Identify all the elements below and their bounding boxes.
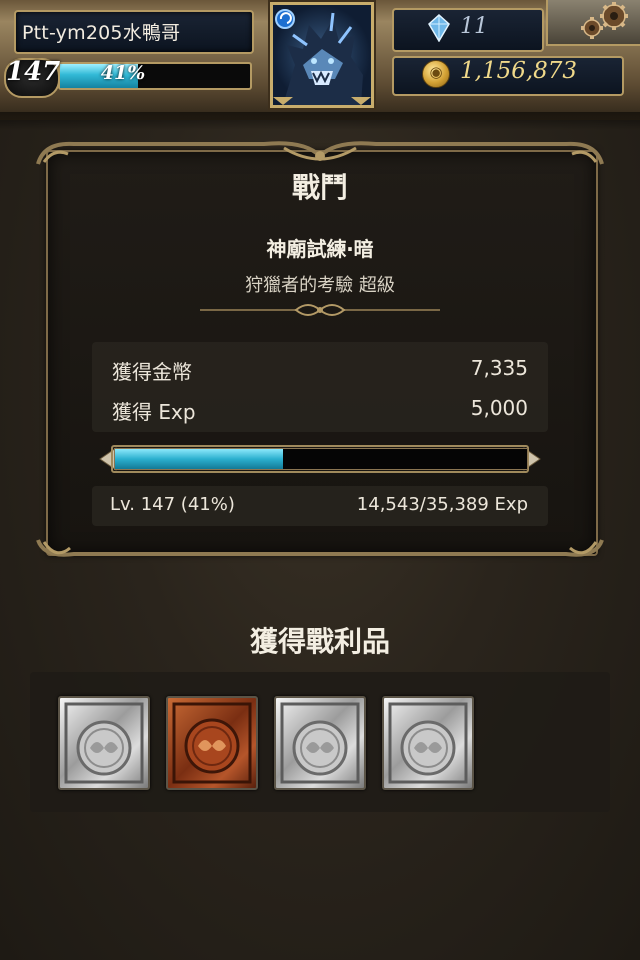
battle-title: 戰鬥: [291, 171, 348, 204]
gold-reward-label: 獲得金幣: [112, 360, 192, 384]
panel-ornament-top: [36, 141, 604, 165]
loot-title: 獲得戰利品: [249, 625, 390, 658]
loot-item-bronze-card[interactable]: [166, 696, 258, 790]
player-name: Ptt-ym205水鴨哥: [22, 22, 181, 44]
player-level: 147: [6, 57, 61, 87]
gold-reward-value: 7,335: [470, 356, 528, 380]
level-text: Lv. 147 (41%): [110, 494, 235, 515]
silver-card-icon: [64, 702, 144, 784]
exp-reward-label: 獲得 Exp: [112, 400, 196, 424]
silver-card-icon: [388, 702, 468, 784]
gold-count: 1,156,873: [460, 58, 578, 84]
exp-total-text: 14,543/35,389 Exp: [356, 494, 528, 515]
coin-glyph: ◉: [429, 63, 443, 81]
dungeon-subtitle: 狩獵者的考驗 超級: [245, 275, 395, 296]
hud-shadow: [0, 112, 640, 130]
gear-icon: [581, 2, 628, 39]
exp-reward-value: 5,000: [470, 396, 528, 420]
crystal-icon: [428, 14, 450, 42]
silver-card-icon: [280, 702, 360, 784]
gem-count: 11: [460, 14, 488, 39]
loot-item-silver-card[interactable]: [382, 696, 474, 790]
panel-ornament-bottom: [36, 539, 604, 557]
loot-item-silver-card[interactable]: [58, 696, 150, 790]
dungeon-name: 神廟試練‧暗: [266, 237, 374, 261]
header-exp-percent: 41%: [100, 62, 146, 84]
loot-item-silver-card[interactable]: [274, 696, 366, 790]
bronze-card-icon: [172, 702, 252, 784]
title-divider: [200, 304, 440, 316]
level-progress-fill: [115, 449, 283, 469]
monster-portrait-icon: [273, 9, 371, 105]
leader-portrait[interactable]: [270, 2, 374, 108]
